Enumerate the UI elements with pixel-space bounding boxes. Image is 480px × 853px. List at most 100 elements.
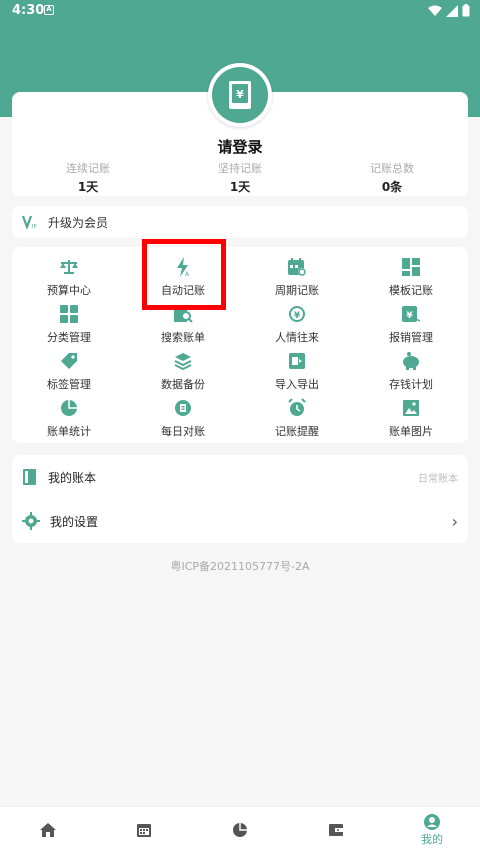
- feature-search-bill[interactable]: 搜索账单: [126, 301, 240, 348]
- avatar-circle: ¥: [212, 67, 268, 123]
- calendar-icon: [137, 824, 151, 837]
- my-books-value: 日常账本: [418, 473, 458, 485]
- settings-row[interactable]: 我的设置 ›: [12, 499, 468, 543]
- feature-grid: 预算中心 A 自动记账 周期记账 模板记账 分类管理 搜索账单 ¥ 人情往来 ¥…: [12, 247, 468, 443]
- bolt-icon: A: [172, 256, 194, 278]
- feature-label: 人情往来: [275, 331, 319, 344]
- stat-value: 0条: [381, 180, 403, 194]
- daily-check-icon: [172, 397, 194, 419]
- feature-label: 每日对账: [161, 425, 205, 438]
- home-icon: [40, 823, 56, 837]
- feature-label: 存钱计划: [389, 378, 433, 391]
- chart-icon: [233, 823, 247, 837]
- feature-label: 数据备份: [161, 378, 205, 391]
- feature-reimburse[interactable]: ¥ 报销管理: [354, 301, 468, 348]
- stat-label: 记账总数: [370, 162, 414, 175]
- tab-calendar[interactable]: [96, 807, 192, 853]
- piggy-bank-icon: [400, 350, 422, 372]
- import-export-icon: [286, 350, 308, 372]
- my-books-row[interactable]: 我的账本 日常账本: [12, 455, 468, 499]
- vip-label: 升级为会员: [48, 215, 109, 230]
- feature-bill-stats[interactable]: 账单统计: [12, 395, 126, 442]
- feature-category-manage[interactable]: 分类管理: [12, 301, 126, 348]
- tab-label: 我的: [421, 833, 443, 846]
- svg-text:A: A: [185, 271, 190, 277]
- grid-icon: [400, 256, 422, 278]
- stat-consecutive: 连续记账 1天: [12, 160, 164, 195]
- feature-label: 账单统计: [47, 425, 91, 438]
- feature-data-backup[interactable]: 数据备份: [126, 348, 240, 395]
- feature-label: 报销管理: [389, 331, 433, 344]
- feature-label: 账单图片: [389, 425, 433, 438]
- reimburse-icon: ¥: [400, 303, 422, 325]
- book-icon: [23, 469, 36, 485]
- tab-chart[interactable]: [192, 807, 288, 853]
- feature-label: 自动记账: [161, 284, 205, 297]
- status-time: 4:30: [12, 3, 45, 18]
- vip-row[interactable]: IP 升级为会员: [12, 206, 468, 238]
- status-icons: [428, 4, 470, 17]
- feature-budget-center[interactable]: 预算中心: [12, 254, 126, 301]
- profile-icon: [424, 814, 440, 830]
- settings-label: 我的设置: [50, 514, 99, 529]
- stat-persist: 坚持记账 1天: [164, 160, 316, 195]
- feature-label: 模板记账: [389, 284, 433, 297]
- svg-text:¥: ¥: [406, 311, 413, 321]
- feature-label: 记账提醒: [275, 425, 319, 438]
- feature-auto-record[interactable]: A 自动记账: [126, 254, 240, 301]
- feature-template-record[interactable]: 模板记账: [354, 254, 468, 301]
- feature-saving-plan[interactable]: 存钱计划: [354, 348, 468, 395]
- feature-bill-image[interactable]: 账单图片: [354, 395, 468, 442]
- pie-chart-icon: [58, 397, 80, 419]
- notification-icon: A: [44, 5, 54, 15]
- feature-reminder[interactable]: 记账提醒: [240, 395, 354, 442]
- wallet-icon: [329, 824, 343, 836]
- stat-value: 1天: [77, 180, 99, 194]
- stat-label: 连续记账: [66, 162, 110, 175]
- chevron-right-icon: ›: [451, 511, 458, 531]
- menu-card: 我的账本 日常账本 我的设置 ›: [12, 455, 468, 543]
- feature-label: 导入导出: [275, 378, 319, 391]
- feature-tag-manage[interactable]: 标签管理: [12, 348, 126, 395]
- tag-icon: [58, 350, 80, 372]
- stat-value: 1天: [229, 180, 251, 194]
- feature-import-export[interactable]: 导入导出: [240, 348, 354, 395]
- gear-icon: [22, 512, 40, 530]
- avatar[interactable]: ¥: [208, 63, 272, 127]
- exchange-icon: ¥: [286, 303, 308, 325]
- image-icon: [400, 397, 422, 419]
- feature-label: 周期记账: [275, 284, 319, 297]
- bottom-tab-bar: 我的: [0, 806, 480, 853]
- status-bar: 4:30 A: [0, 0, 480, 22]
- feature-daily-check[interactable]: 每日对账: [126, 395, 240, 442]
- svg-text:¥: ¥: [294, 311, 301, 321]
- stats-row: 连续记账 1天 坚持记账 1天 记账总数 0条: [12, 160, 468, 195]
- feature-label: 标签管理: [47, 378, 91, 391]
- stat-total: 记账总数 0条: [316, 160, 468, 195]
- login-button[interactable]: 请登录: [12, 136, 468, 157]
- layers-icon: [172, 350, 194, 372]
- ledger-book-icon: ¥: [229, 81, 251, 109]
- feature-social-exchange[interactable]: ¥ 人情往来: [240, 301, 354, 348]
- stat-label: 坚持记账: [218, 162, 262, 175]
- signal-icon: [446, 4, 458, 17]
- my-books-label: 我的账本: [48, 470, 97, 485]
- calendar-cycle-icon: [286, 256, 308, 278]
- svg-text:¥: ¥: [236, 88, 244, 101]
- feature-label: 搜索账单: [161, 331, 205, 344]
- wifi-icon: [428, 5, 442, 16]
- feature-label: 预算中心: [47, 284, 91, 297]
- tab-home[interactable]: [0, 807, 96, 853]
- vip-icon: IP: [22, 215, 37, 229]
- category-icon: [58, 303, 80, 325]
- battery-icon: [462, 4, 470, 17]
- svg-text:IP: IP: [32, 224, 37, 229]
- feature-label: 分类管理: [47, 331, 91, 344]
- tab-wallet[interactable]: [288, 807, 384, 853]
- icp-text: 粤ICP备2021105777号-2A: [170, 560, 310, 573]
- alarm-icon: [286, 397, 308, 419]
- search-bill-icon: [172, 303, 194, 325]
- feature-periodic-record[interactable]: 周期记账: [240, 254, 354, 301]
- tab-profile[interactable]: 我的: [384, 807, 480, 853]
- scale-icon: [58, 256, 80, 278]
